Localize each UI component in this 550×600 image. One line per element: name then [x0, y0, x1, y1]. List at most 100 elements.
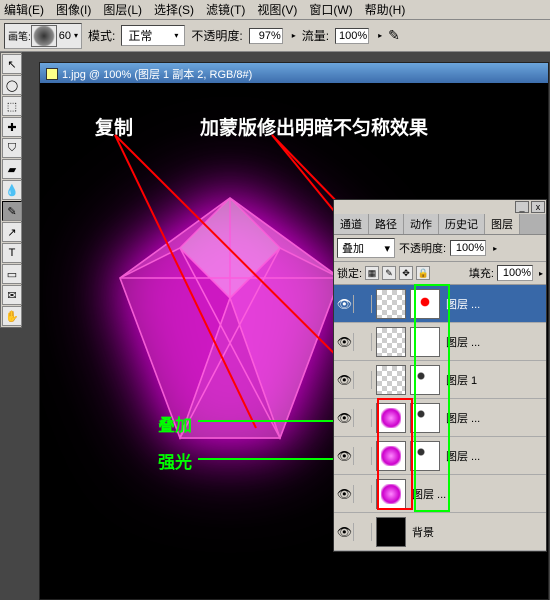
hand-tool[interactable]: ✋ — [2, 306, 22, 326]
layer-row[interactable]: 👁 图层 ... — [334, 475, 546, 513]
blur-tool[interactable]: 💧 — [2, 180, 22, 200]
menu-help[interactable]: 帮助(H) — [365, 1, 406, 18]
crop-tool[interactable]: ⬚ — [2, 96, 22, 116]
fill-label: 填充: — [469, 265, 494, 281]
link-column[interactable] — [356, 295, 372, 313]
tab-layer[interactable]: 图层 — [485, 214, 520, 234]
link-column[interactable] — [356, 447, 372, 465]
layer-thumbnail[interactable] — [376, 441, 406, 471]
link-column[interactable] — [356, 523, 372, 541]
menu-window[interactable]: 窗口(W) — [309, 1, 352, 18]
shape-tool[interactable]: ▭ — [2, 264, 22, 284]
tab-action[interactable]: 动作 — [404, 214, 439, 234]
layer-thumbnail[interactable] — [376, 289, 406, 319]
layer-opacity-label: 不透明度: — [399, 240, 446, 256]
layer-row[interactable]: 👁 图层 ... — [334, 285, 546, 323]
type-tool[interactable]: T — [2, 243, 22, 263]
close-icon[interactable]: x — [531, 201, 545, 213]
annotation-overlay: 叠加 — [158, 411, 192, 436]
mask-thumbnail[interactable] — [410, 289, 440, 319]
menu-filter[interactable]: 滤镜(T) — [206, 1, 245, 18]
panel-tabs: 通道 路径 动作 历史记 图层 — [334, 214, 546, 235]
menu-image[interactable]: 图像(I) — [56, 1, 91, 18]
layer-row[interactable]: 👁 图层 ... — [334, 399, 546, 437]
layer-thumbnail[interactable] — [376, 327, 406, 357]
layers-panel: _ x 通道 路径 动作 历史记 图层 叠加 ▾ 不透明度: ▸ 锁定: ▦ ✎… — [333, 199, 547, 552]
opacity-flyout-icon[interactable]: ▸ — [493, 244, 497, 253]
link-column[interactable] — [356, 485, 372, 503]
brush-preset[interactable]: 画笔: 60 ▾ — [4, 23, 82, 49]
visibility-toggle-icon[interactable]: 👁 — [336, 371, 354, 389]
fill-input[interactable] — [497, 265, 533, 281]
layer-name: 图层 1 — [446, 372, 477, 388]
layer-row[interactable]: 👁 图层 ... — [334, 437, 546, 475]
visibility-toggle-icon[interactable]: 👁 — [336, 523, 354, 541]
visibility-toggle-icon[interactable]: 👁 — [336, 295, 354, 313]
mask-thumbnail[interactable] — [410, 441, 440, 471]
layer-row[interactable]: 👁 图层 ... — [334, 323, 546, 361]
mask-thumbnail[interactable] — [410, 403, 440, 433]
blend-mode-select[interactable]: 叠加 ▾ — [337, 238, 395, 258]
mode-value: 正常 — [128, 27, 152, 44]
opacity-input[interactable] — [249, 28, 283, 44]
stamp-tool[interactable]: ⛉ — [2, 138, 22, 158]
layer-row[interactable]: 👁 图层 1 — [334, 361, 546, 399]
panel-titlebar[interactable]: _ x — [334, 200, 546, 214]
notes-tool[interactable]: ✉ — [2, 285, 22, 305]
lock-paint-icon[interactable]: ✎ — [382, 266, 396, 280]
mode-select[interactable]: 正常 ▾ — [121, 25, 185, 46]
opacity-label: 不透明度: — [191, 27, 242, 44]
brush-tool[interactable]: ✎ — [2, 201, 22, 221]
menu-bar: 编辑(E) 图像(I) 图层(L) 选择(S) 滤镜(T) 视图(V) 窗口(W… — [0, 0, 550, 20]
eraser-tool[interactable]: ▰ — [2, 159, 22, 179]
layer-name: 图层 ... — [446, 334, 480, 350]
visibility-toggle-icon[interactable]: 👁 — [336, 409, 354, 427]
mask-thumbnail[interactable] — [410, 327, 440, 357]
menu-edit[interactable]: 编辑(E) — [4, 1, 44, 18]
link-column[interactable] — [356, 371, 372, 389]
menu-view[interactable]: 视图(V) — [257, 1, 297, 18]
layer-opacity-input[interactable] — [450, 240, 486, 256]
layer-name: 图层 ... — [446, 448, 480, 464]
lock-all-icon[interactable]: 🔒 — [416, 266, 430, 280]
tab-history[interactable]: 历史记 — [439, 214, 485, 234]
blend-mode-value: 叠加 — [342, 240, 364, 256]
menu-layer[interactable]: 图层(L) — [103, 1, 142, 18]
tab-path[interactable]: 路径 — [369, 214, 404, 234]
visibility-toggle-icon[interactable]: 👁 — [336, 333, 354, 351]
layer-name: 图层 ... — [446, 296, 480, 312]
mask-thumbnail[interactable] — [410, 365, 440, 395]
visibility-toggle-icon[interactable]: 👁 — [336, 485, 354, 503]
lock-transparency-icon[interactable]: ▦ — [365, 266, 379, 280]
document-titlebar[interactable]: 1.jpg @ 100% (图层 1 副本 2, RGB/8#) — [40, 63, 548, 85]
link-column[interactable] — [356, 333, 372, 351]
brush-label: 画笔: — [8, 28, 31, 43]
menu-select[interactable]: 选择(S) — [154, 1, 194, 18]
layer-row[interactable]: 👁背景 — [334, 513, 546, 551]
annotation-hardlight: 强光 — [158, 448, 192, 473]
flow-input[interactable] — [335, 28, 369, 44]
tab-channel[interactable]: 通道 — [334, 214, 369, 234]
heal-tool[interactable]: ✚ — [2, 117, 22, 137]
link-column[interactable] — [356, 409, 372, 427]
brush-thumb-icon — [31, 25, 57, 47]
fill-flyout-icon[interactable]: ▸ — [539, 269, 543, 278]
lasso-tool[interactable]: ◯ — [2, 75, 22, 95]
chevron-down-icon: ▾ — [384, 242, 390, 255]
visibility-toggle-icon[interactable]: 👁 — [336, 447, 354, 465]
layer-name: 图层 ... — [446, 410, 480, 426]
layer-thumbnail[interactable] — [376, 403, 406, 433]
minimize-icon[interactable]: _ — [515, 201, 529, 213]
layer-thumbnail[interactable] — [376, 517, 406, 547]
move-tool[interactable]: ↖ — [2, 54, 22, 74]
chevron-down-icon: ▾ — [74, 31, 78, 40]
layer-name: 图层 ... — [412, 486, 446, 502]
opacity-flyout-icon[interactable]: ▸ — [292, 31, 296, 40]
airbrush-icon[interactable]: ✎ — [388, 27, 400, 44]
annotation-copy: 复制 — [95, 113, 133, 140]
layer-thumbnail[interactable] — [376, 479, 406, 509]
flow-flyout-icon[interactable]: ▸ — [378, 31, 382, 40]
lock-position-icon[interactable]: ✥ — [399, 266, 413, 280]
layer-thumbnail[interactable] — [376, 365, 406, 395]
path-tool[interactable]: ↗ — [2, 222, 22, 242]
